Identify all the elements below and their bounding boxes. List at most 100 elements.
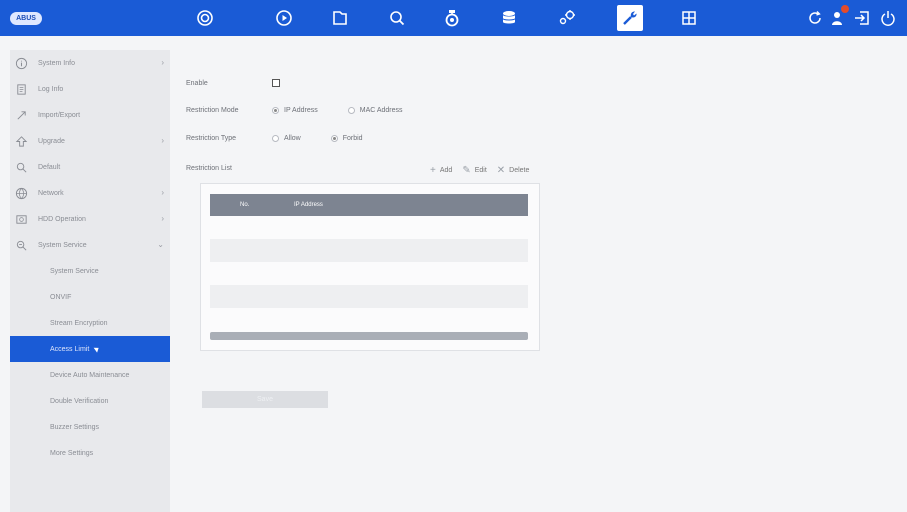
restriction-table: No. IP Address [200, 183, 540, 351]
mouse-cursor-icon [93, 345, 101, 353]
sidebar-item-label: System Service [38, 241, 87, 249]
default-icon [14, 160, 28, 174]
sub-item-label: Double Verification [50, 397, 109, 405]
sub-item-device-auto-maintenance[interactable]: Device Auto Maintenance [10, 362, 170, 388]
file-icon[interactable] [328, 7, 352, 29]
sub-item-system-service[interactable]: System Service [10, 258, 170, 284]
restriction-mode-label: Restriction Mode [186, 107, 239, 114]
camera-icon[interactable] [193, 7, 217, 29]
mode-option-ip[interactable]: IP Address [272, 107, 318, 114]
sidebar-item-system-service[interactable]: System Service ⌄ [10, 232, 170, 258]
mode-option-label: IP Address [284, 107, 318, 114]
sub-item-more-settings[interactable]: More Settings [10, 440, 170, 466]
sidebar: System Info › Log Info Import/Export Upg… [10, 50, 170, 512]
sidebar-item-label: Default [38, 163, 61, 171]
table-header: No. IP Address [210, 194, 528, 216]
sidebar-item-import-export[interactable]: Import/Export [10, 102, 170, 128]
edit-icon: ✎ [462, 165, 471, 176]
sub-item-label: More Settings [50, 449, 94, 457]
add-label: Add [439, 167, 453, 174]
sub-item-stream-encryption[interactable]: Stream Encryption [10, 310, 170, 336]
restriction-mode-row: Restriction Mode IP Address MAC Address [186, 107, 433, 114]
service-icon [14, 238, 28, 252]
playback-icon[interactable] [272, 7, 296, 29]
column-header-ip[interactable]: IP Address [294, 202, 323, 208]
hdd-icon [14, 212, 28, 226]
chevron-right-icon: › [161, 214, 164, 223]
brand-logo: ABUS [10, 12, 42, 25]
delete-label: Delete [509, 167, 530, 174]
restriction-list-label: Restriction List [186, 165, 232, 172]
sub-item-label: ONVIF [50, 293, 72, 301]
chevron-right-icon: › [161, 188, 164, 197]
save-button[interactable]: Save [202, 391, 328, 408]
upgrade-icon [14, 134, 28, 148]
info-icon [14, 56, 28, 70]
chevron-right-icon: › [161, 58, 164, 67]
enable-row: Enable [186, 79, 280, 87]
edit-button[interactable]: ✎ Edit [462, 165, 486, 176]
maintenance-icon[interactable] [617, 5, 643, 31]
sidebar-item-label: System Info [38, 59, 75, 67]
restriction-type-label: Restriction Type [186, 135, 237, 142]
delete-button[interactable]: ✕ Delete [497, 165, 530, 176]
sub-item-access-limit[interactable]: Access Limit [10, 336, 170, 362]
add-button[interactable]: + Add [430, 165, 452, 176]
sidebar-item-system-info[interactable]: System Info › [10, 50, 170, 76]
sub-item-double-verification[interactable]: Double Verification [10, 388, 170, 414]
radio-forbid[interactable] [330, 135, 338, 142]
type-option-label: Allow [284, 135, 301, 142]
table-row [210, 285, 528, 308]
sidebar-item-hdd-operation[interactable]: HDD Operation › [10, 206, 170, 232]
enable-checkbox[interactable] [272, 79, 280, 87]
network-icon [14, 186, 28, 200]
refresh-icon[interactable] [803, 7, 827, 29]
sidebar-item-label: Log Info [38, 85, 64, 93]
table-row [210, 239, 528, 262]
alarm-icon[interactable] [440, 7, 464, 29]
sub-item-label: Device Auto Maintenance [50, 371, 130, 379]
sidebar-item-default[interactable]: Default [10, 154, 170, 180]
radio-allow[interactable] [272, 135, 279, 142]
storage-icon[interactable] [497, 7, 521, 29]
radio-ip[interactable] [272, 107, 279, 114]
sub-item-label: Buzzer Settings [50, 423, 100, 431]
column-header-no[interactable]: No. [210, 202, 294, 208]
table-row [210, 262, 528, 285]
mode-option-mac[interactable]: MAC Address [347, 107, 403, 114]
enable-label: Enable [186, 79, 208, 87]
sidebar-item-label: Import/Export [38, 111, 81, 119]
chevron-right-icon: › [161, 136, 164, 145]
sub-item-buzzer-settings[interactable]: Buzzer Settings [10, 414, 170, 440]
sub-item-label: Access Limit [50, 345, 90, 353]
radio-mac[interactable] [347, 107, 355, 114]
sidebar-item-label: Network [38, 189, 64, 197]
alarm-badge [841, 5, 849, 13]
sidebar-item-network[interactable]: Network › [10, 180, 170, 206]
type-option-allow[interactable]: Allow [272, 135, 301, 142]
user-alarm-icon[interactable] [826, 5, 850, 29]
sidebar-item-log-info[interactable]: Log Info [10, 76, 170, 102]
type-option-label: Forbid [342, 135, 363, 142]
power-icon[interactable] [876, 7, 900, 29]
type-option-forbid[interactable]: Forbid [330, 135, 363, 142]
horizontal-scrollbar[interactable] [210, 332, 528, 340]
layout-icon[interactable] [677, 7, 701, 29]
restriction-type-row: Restriction Type Allow Forbid [186, 135, 393, 142]
config-icon[interactable] [555, 7, 579, 29]
sidebar-item-label: HDD Operation [38, 215, 86, 223]
sidebar-item-label: Upgrade [38, 137, 65, 145]
edit-label: Edit [474, 167, 487, 174]
logout-icon[interactable] [850, 7, 874, 29]
plus-icon: + [430, 165, 436, 176]
log-icon [14, 82, 28, 96]
sub-item-onvif[interactable]: ONVIF [10, 284, 170, 310]
close-icon: ✕ [496, 165, 506, 176]
search-icon[interactable] [385, 7, 409, 29]
list-actions: + Add ✎ Edit ✕ Delete [430, 165, 539, 176]
top-bar: ABUS [0, 0, 907, 36]
sub-item-label: Stream Encryption [50, 319, 108, 327]
chevron-down-icon: ⌄ [157, 240, 164, 249]
sidebar-item-upgrade[interactable]: Upgrade › [10, 128, 170, 154]
sub-item-label: System Service [50, 267, 99, 275]
